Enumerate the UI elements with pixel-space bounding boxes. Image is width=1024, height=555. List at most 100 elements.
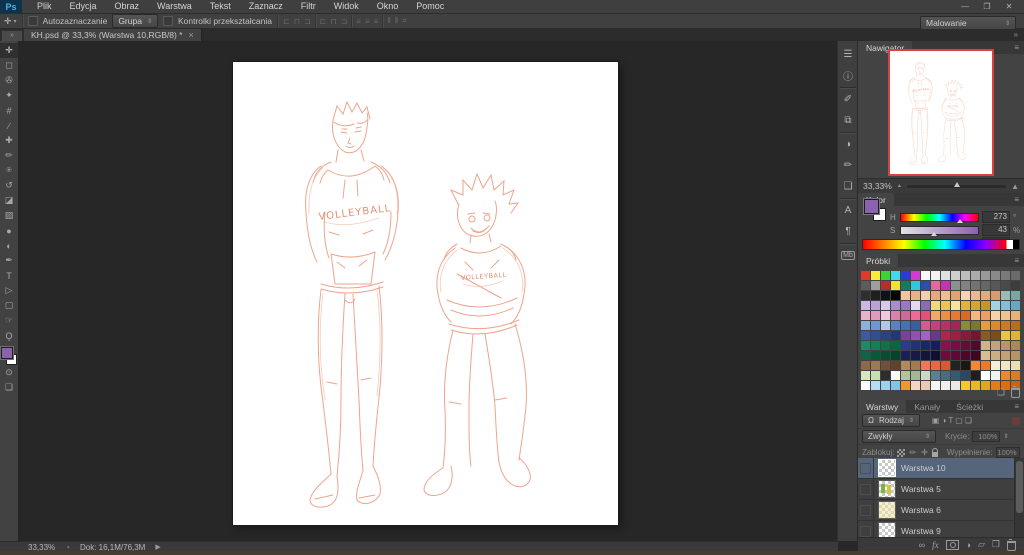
swatch[interactable]: [881, 331, 890, 340]
foreground-color-swatch[interactable]: [1, 347, 13, 359]
screen-mode-icon[interactable]: ❏: [0, 380, 18, 395]
collapse-panels-icon[interactable]: »: [1014, 30, 1018, 39]
swatch[interactable]: [861, 331, 870, 340]
swatch[interactable]: [901, 281, 910, 290]
swatch[interactable]: [901, 331, 910, 340]
swatch[interactable]: [931, 371, 940, 380]
fill-value[interactable]: 100%: [995, 447, 1020, 458]
color-spectrum-ramp[interactable]: [862, 239, 1020, 250]
align-button-6[interactable]: ≡: [356, 17, 361, 26]
swatch[interactable]: [961, 341, 970, 350]
swatch[interactable]: [971, 301, 980, 310]
layer-list-scrollbar[interactable]: [1014, 458, 1024, 538]
swatch[interactable]: [891, 301, 900, 310]
swatch[interactable]: [921, 381, 930, 390]
swatch[interactable]: [931, 381, 940, 390]
align-button-1[interactable]: ⊓: [294, 17, 300, 26]
document-tab[interactable]: KH.psd @ 33,3% (Warstwa 10,RGB/8) * ×: [24, 29, 202, 41]
swatch[interactable]: [871, 301, 880, 310]
swatch[interactable]: [891, 321, 900, 330]
swatch[interactable]: [961, 271, 970, 280]
swatch[interactable]: [901, 301, 910, 310]
swatch[interactable]: [1001, 331, 1010, 340]
swatch[interactable]: [871, 291, 880, 300]
swatch[interactable]: [901, 351, 910, 360]
swatch[interactable]: [911, 341, 920, 350]
brush-tool[interactable]: ✏: [0, 148, 18, 163]
swatch[interactable]: [971, 311, 980, 320]
layer-mask-icon[interactable]: [945, 539, 959, 550]
swatch[interactable]: [871, 351, 880, 360]
swatch[interactable]: [871, 361, 880, 370]
hand-tool[interactable]: ☞: [0, 313, 18, 328]
align-button-0[interactable]: ⊏: [283, 17, 290, 26]
swatch[interactable]: [891, 371, 900, 380]
slider-thumb[interactable]: [956, 218, 963, 223]
blur-tool[interactable]: ●: [0, 223, 18, 238]
swatch[interactable]: [901, 361, 910, 370]
swatch[interactable]: [941, 321, 950, 330]
s-slider[interactable]: [900, 225, 979, 236]
align-button-3[interactable]: ⊏: [320, 17, 327, 26]
swatch[interactable]: [971, 291, 980, 300]
swatch[interactable]: [961, 361, 970, 370]
layer-thumbnail[interactable]: [878, 480, 896, 498]
swatch[interactable]: [931, 321, 940, 330]
swatch[interactable]: [1001, 341, 1010, 350]
swatch[interactable]: [961, 331, 970, 340]
move-tool[interactable]: ✛: [0, 43, 18, 58]
swatch[interactable]: [871, 341, 880, 350]
swatch[interactable]: [881, 311, 890, 320]
tab-kanały[interactable]: Kanały: [906, 400, 948, 413]
swatch[interactable]: [911, 291, 920, 300]
blend-mode-select[interactable]: Zwykły ⇕: [862, 430, 936, 443]
eye-icon[interactable]: [860, 483, 871, 495]
swatch[interactable]: [861, 321, 870, 330]
swatch[interactable]: [901, 381, 910, 390]
menu-tekst[interactable]: Tekst: [201, 0, 240, 13]
s-value[interactable]: 43: [982, 224, 1010, 236]
swatch[interactable]: [1011, 321, 1020, 330]
swatch[interactable]: [911, 281, 920, 290]
menu-edycja[interactable]: Edycja: [61, 0, 106, 13]
swatch[interactable]: [881, 361, 890, 370]
swatch[interactable]: [981, 271, 990, 280]
swatch[interactable]: [1001, 321, 1010, 330]
canvas-area[interactable]: VOLLEYBALL VOLLEYBALL: [18, 41, 838, 541]
layer-group-icon[interactable]: ▱: [978, 539, 985, 550]
swatch[interactable]: [991, 321, 1000, 330]
swatch[interactable]: [891, 311, 900, 320]
character-icon[interactable]: A: [838, 200, 858, 221]
swatch[interactable]: [961, 311, 970, 320]
swatch[interactable]: [991, 311, 1000, 320]
swatch[interactable]: [991, 331, 1000, 340]
swatch[interactable]: [921, 351, 930, 360]
swatch[interactable]: [991, 301, 1000, 310]
swatch[interactable]: [981, 291, 990, 300]
swatch[interactable]: [981, 321, 990, 330]
tab-warstwy[interactable]: Warstwy: [858, 400, 907, 413]
swatch[interactable]: [1001, 311, 1010, 320]
marquee-tool[interactable]: ◻: [0, 58, 18, 73]
swatch[interactable]: [891, 361, 900, 370]
dodge-tool[interactable]: ◐: [0, 238, 18, 253]
eye-icon[interactable]: [860, 462, 871, 474]
crop-tool[interactable]: #: [0, 103, 18, 118]
swatch[interactable]: [931, 311, 940, 320]
menu-obraz[interactable]: Obraz: [106, 0, 149, 13]
type-tool[interactable]: T: [0, 268, 18, 283]
swatch[interactable]: [911, 351, 920, 360]
swatch[interactable]: [861, 311, 870, 320]
slider-thumb[interactable]: [931, 231, 938, 236]
filter-icon-2[interactable]: T: [948, 416, 953, 425]
swatch[interactable]: [961, 301, 970, 310]
swatch[interactable]: [941, 311, 950, 320]
swatch[interactable]: [941, 371, 950, 380]
swatch[interactable]: [881, 271, 890, 280]
lasso-tool[interactable]: ✇: [0, 73, 18, 88]
swatch[interactable]: [1011, 351, 1020, 360]
swatch[interactable]: [901, 271, 910, 280]
swatch[interactable]: [891, 381, 900, 390]
swatch[interactable]: [951, 281, 960, 290]
layer-row[interactable]: Warstwa 10: [858, 458, 1015, 479]
